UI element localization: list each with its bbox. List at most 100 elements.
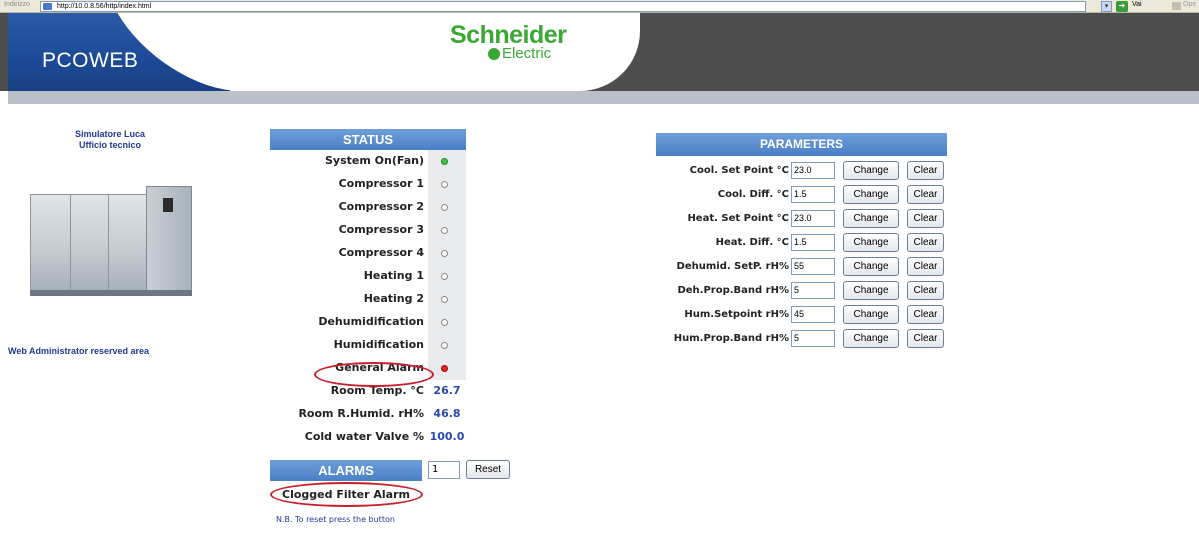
- parameter-label: Hum.Prop.Band rH%: [673, 333, 789, 344]
- unit-base: [30, 290, 192, 296]
- go-button[interactable]: Vai: [1132, 1, 1142, 8]
- status-label: Compressor 1: [338, 177, 424, 190]
- status-label: Humidification: [333, 338, 424, 351]
- status-label: Compressor 2: [338, 200, 424, 213]
- change-button[interactable]: Change: [843, 329, 899, 348]
- status-cell: [428, 265, 466, 288]
- links-icon[interactable]: [1172, 2, 1181, 10]
- change-button[interactable]: Change: [843, 209, 899, 228]
- parameter-row: Cool. Set Point °C 23.0 Change Clear: [656, 160, 947, 184]
- parameter-row: Heat. Set Point °C 23.0 Change Clear: [656, 208, 947, 232]
- clear-button[interactable]: Clear: [907, 185, 944, 204]
- status-cell: [428, 311, 466, 334]
- status-value: 26.7: [433, 384, 461, 397]
- clear-button[interactable]: Clear: [907, 329, 944, 348]
- alarm-count-field[interactable]: 1: [428, 461, 460, 479]
- status-row: Heating 2: [270, 288, 466, 311]
- clear-button[interactable]: Clear: [907, 257, 944, 276]
- status-label: Room R.Humid. rH%: [298, 407, 424, 420]
- parameter-label: Hum.Setpoint rH%: [684, 309, 789, 320]
- parameter-row: Hum.Prop.Band rH% 5 Change Clear: [656, 328, 947, 352]
- status-cell: 26.7: [428, 380, 466, 403]
- unit-panel-line: [108, 194, 109, 294]
- clear-button[interactable]: Clear: [907, 233, 944, 252]
- chevron-down-icon[interactable]: ▾: [1101, 1, 1112, 12]
- site-name: Simulatore Luca Ufficio tecnico: [40, 129, 180, 151]
- parameter-value-input[interactable]: 5: [791, 330, 835, 347]
- change-button[interactable]: Change: [843, 281, 899, 300]
- clear-button[interactable]: Clear: [907, 281, 944, 300]
- status-led-off-icon: [441, 319, 448, 326]
- parameter-row: Hum.Setpoint rH% 45 Change Clear: [656, 304, 947, 328]
- highlight-oval-general-alarm: [314, 362, 434, 387]
- status-label: Dehumidification: [318, 315, 424, 328]
- parameter-value-input[interactable]: 5: [791, 282, 835, 299]
- status-cell: [428, 196, 466, 219]
- parameter-value-input[interactable]: 1.5: [791, 234, 835, 251]
- parameter-label: Cool. Set Point °C: [689, 165, 789, 176]
- parameter-value-input[interactable]: 45: [791, 306, 835, 323]
- parameter-label: Cool. Diff. °C: [717, 189, 789, 200]
- status-cell: [428, 334, 466, 357]
- address-bar: Indirizzo http://10.0.8.56/http/index.ht…: [0, 0, 1199, 13]
- parameter-value-input[interactable]: 1.5: [791, 186, 835, 203]
- status-led-off-icon: [441, 296, 448, 303]
- clear-button[interactable]: Clear: [907, 161, 944, 180]
- url-field[interactable]: http://10.0.8.56/http/index.html: [40, 1, 1086, 12]
- change-button[interactable]: Change: [843, 185, 899, 204]
- status-led-off-icon: [441, 181, 448, 188]
- parameter-label: Dehumid. SetP. rH%: [676, 261, 789, 272]
- status-label: Compressor 3: [338, 223, 424, 236]
- status-cell: [428, 150, 466, 173]
- status-cell: [428, 242, 466, 265]
- parameter-row: Dehumid. SetP. rH% 55 Change Clear: [656, 256, 947, 280]
- brand-logo-subtext: Electric: [502, 45, 552, 62]
- status-label: System On(Fan): [324, 154, 424, 167]
- status-row: Cold water Valve % 100.0: [270, 426, 466, 449]
- status-cell: 46.8: [428, 403, 466, 426]
- status-value: 46.8: [433, 407, 461, 420]
- change-button[interactable]: Change: [843, 233, 899, 252]
- status-label: Heating 2: [363, 292, 424, 305]
- status-row: Heating 1: [270, 265, 466, 288]
- clear-button[interactable]: Clear: [907, 209, 944, 228]
- parameter-row: Cool. Diff. °C 1.5 Change Clear: [656, 184, 947, 208]
- status-row: Dehumidification: [270, 311, 466, 334]
- status-label: Compressor 4: [338, 246, 424, 259]
- site-name-line1: Simulatore Luca: [74, 129, 146, 139]
- alarms-header: ALARMS: [270, 460, 422, 481]
- status-row: Humidification: [270, 334, 466, 357]
- status-led-off-icon: [441, 204, 448, 211]
- reset-button[interactable]: Reset: [466, 460, 510, 479]
- reset-note: N.B. To reset press the button: [276, 515, 395, 524]
- parameter-row: Deh.Prop.Band rH% 5 Change Clear: [656, 280, 947, 304]
- parameter-label: Heat. Set Point °C: [687, 213, 789, 224]
- admin-area-link[interactable]: Web Administrator reserved area: [8, 346, 149, 356]
- address-label: Indirizzo: [4, 1, 31, 8]
- browser-window: Indirizzo http://10.0.8.56/http/index.ht…: [0, 0, 1199, 557]
- status-label: Cold water Valve %: [304, 430, 424, 443]
- parameter-value-input[interactable]: 55: [791, 258, 835, 275]
- change-button[interactable]: Change: [843, 257, 899, 276]
- status-header: STATUS: [270, 129, 466, 150]
- unit-panel-line: [70, 194, 71, 294]
- parameter-label: Deh.Prop.Band rH%: [677, 285, 789, 296]
- go-arrow-icon[interactable]: ➜: [1116, 1, 1128, 12]
- links-label[interactable]: Ope: [1183, 1, 1196, 8]
- clear-button[interactable]: Clear: [907, 305, 944, 324]
- page-header: PCOWEB: [0, 13, 1199, 91]
- parameters-header: PARAMETERS: [656, 133, 947, 156]
- status-led-off-icon: [441, 273, 448, 280]
- highlight-oval-clogged-filter: [270, 482, 423, 507]
- brand-mark-icon: [488, 48, 500, 60]
- change-button[interactable]: Change: [843, 305, 899, 324]
- parameter-label: Heat. Diff. °C: [715, 237, 789, 248]
- status-cell: [428, 357, 466, 380]
- status-led-red-icon: [441, 365, 448, 372]
- status-led-off-icon: [441, 250, 448, 257]
- parameter-row: Heat. Diff. °C 1.5 Change Clear: [656, 232, 947, 256]
- parameter-value-input[interactable]: 23.0: [791, 162, 835, 179]
- parameter-value-input[interactable]: 23.0: [791, 210, 835, 227]
- change-button[interactable]: Change: [843, 161, 899, 180]
- unit-display: [163, 198, 173, 212]
